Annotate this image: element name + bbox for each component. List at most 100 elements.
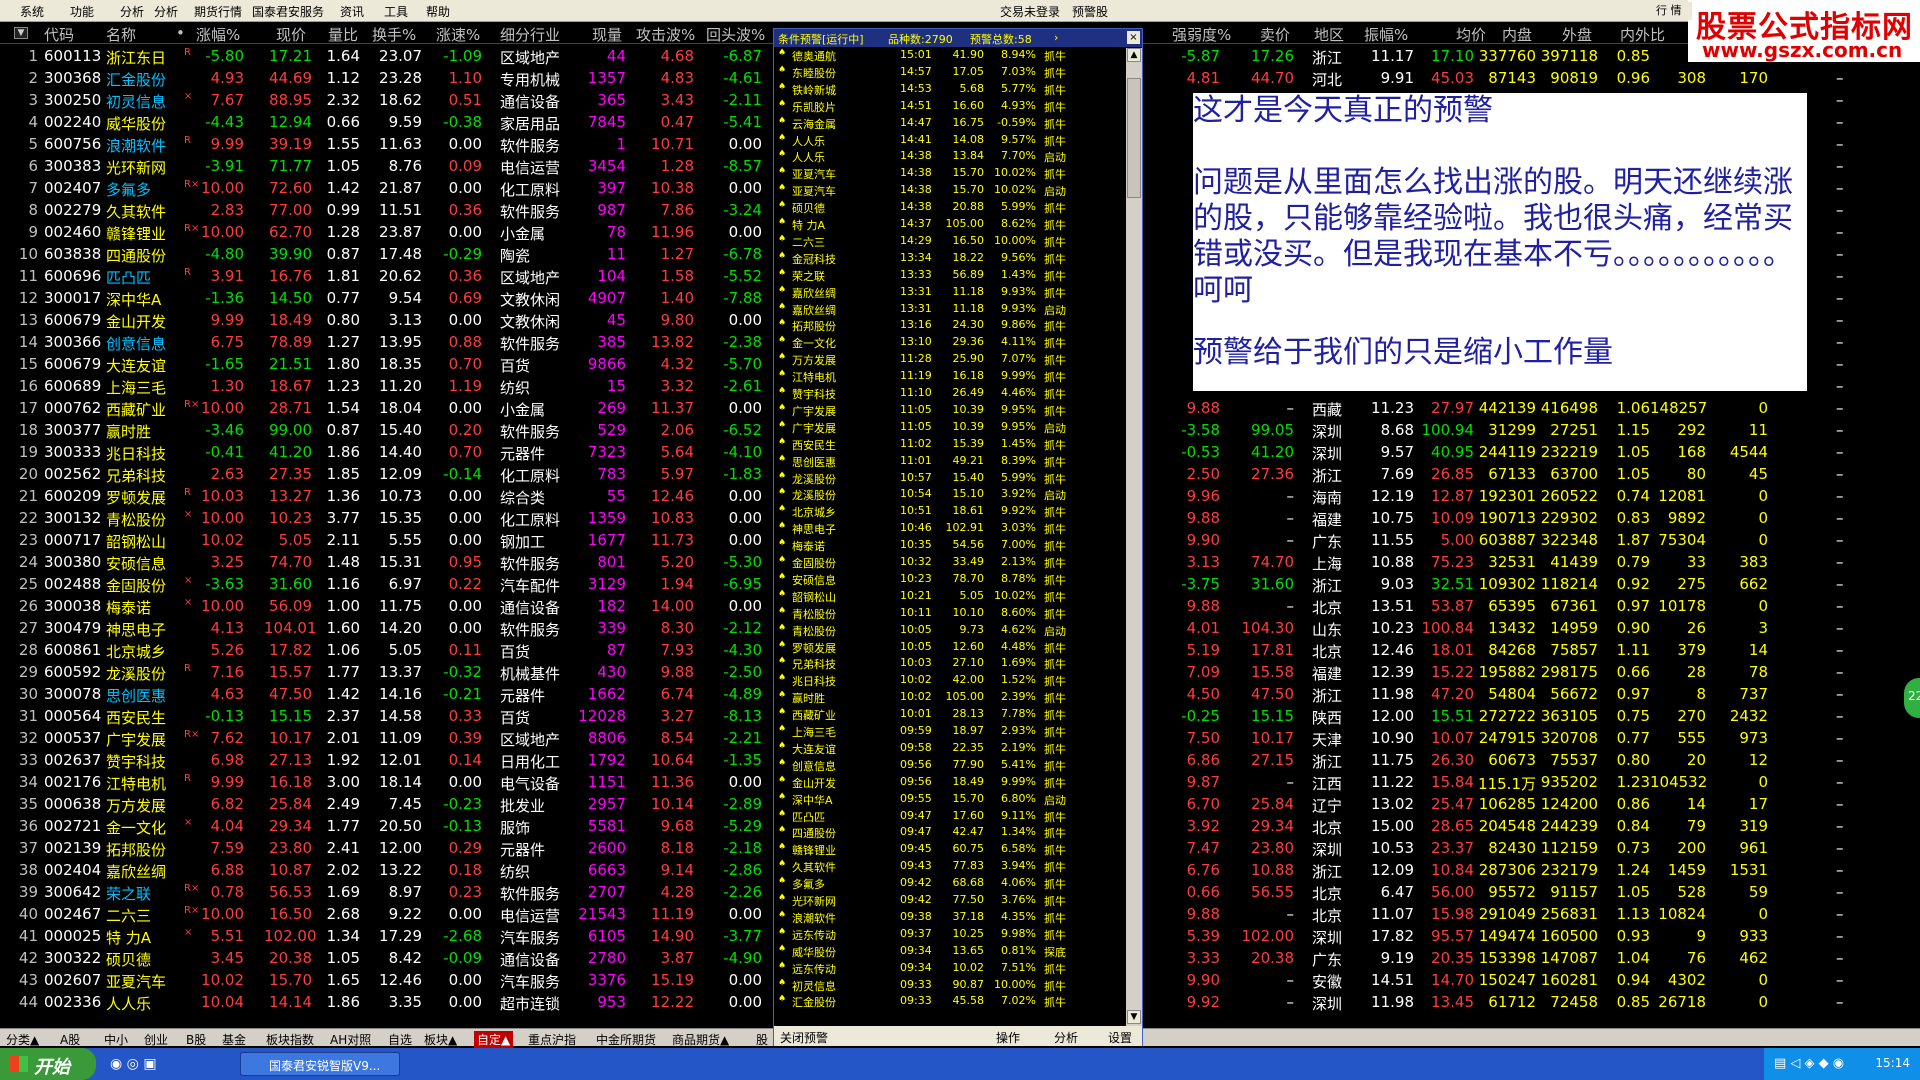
col-avg-price[interactable]: 均价: [1456, 24, 1486, 45]
stock-name[interactable]: 拓邦股份: [106, 839, 178, 860]
alert-item[interactable]: ♠ 安硕信息 10:23 78.70 8.78% 抓牛: [774, 572, 1126, 587]
alert-item[interactable]: ♠ 嘉欣丝绸 13:31 11.18 9.93% 启动: [774, 302, 1126, 317]
stock-code[interactable]: 600861: [44, 641, 101, 659]
alert-item[interactable]: ♠ 思创医惠 11:01 49.21 8.39% 抓牛: [774, 454, 1126, 469]
tray-icons[interactable]: ▤ ◁ ◈ ◆ ◉: [1774, 1056, 1844, 1071]
alert-item[interactable]: ♠ 深中华A 09:55 15.70 6.80% 启动: [774, 792, 1126, 807]
media-icon[interactable]: ◎: [127, 1056, 139, 1072]
menu-news[interactable]: 资讯: [340, 3, 364, 20]
stock-code[interactable]: 300017: [44, 289, 101, 307]
stock-code[interactable]: 600113: [44, 47, 101, 65]
alert-item[interactable]: ♠ 江特电机 11:19 16.18 9.99% 抓牛: [774, 369, 1126, 384]
alert-next-icon[interactable]: ›: [1054, 31, 1058, 44]
stock-name[interactable]: 思创医惠: [106, 685, 178, 706]
col-price[interactable]: 现价: [276, 24, 306, 45]
stock-name[interactable]: 赣锋锂业: [106, 223, 178, 244]
stock-code[interactable]: 002240: [44, 113, 101, 131]
select-all-checkbox[interactable]: ▼: [14, 27, 28, 39]
menu-analysis[interactable]: 分析: [154, 3, 178, 20]
col-industry[interactable]: 细分行业: [500, 24, 560, 45]
market-tab[interactable]: 股: [756, 1031, 768, 1048]
alert-item[interactable]: ♠ 铁岭新城 14:53 5.68 5.77% 抓牛: [774, 82, 1126, 97]
stock-name[interactable]: 威华股份: [106, 113, 178, 134]
alert-item[interactable]: ♠ 青松股份 10:11 10.10 8.60% 抓牛: [774, 606, 1126, 621]
stock-code[interactable]: 300380: [44, 553, 101, 571]
menu-system[interactable]: 系统: [20, 3, 44, 20]
stock-name[interactable]: 罗顿发展: [106, 487, 178, 508]
market-tab[interactable]: A股: [60, 1031, 80, 1048]
stock-name[interactable]: 神思电子: [106, 619, 178, 640]
col-strength[interactable]: 强弱度%: [1172, 24, 1231, 45]
alert-item[interactable]: ♠ 远东传动 09:34 10.02 7.51% 抓牛: [774, 961, 1126, 976]
alert-item[interactable]: ♠ 乐凯胶片 14:51 16.60 4.93% 抓牛: [774, 99, 1126, 114]
alert-item[interactable]: ♠ 特 力A 14:37 105.00 8.62% 抓牛: [774, 217, 1126, 232]
stock-code[interactable]: 002279: [44, 201, 101, 219]
alert-item[interactable]: ♠ 万方发展 11:28 25.90 7.07% 抓牛: [774, 352, 1126, 367]
desktop-icon[interactable]: ▣: [143, 1056, 156, 1072]
stock-code[interactable]: 300642: [44, 883, 101, 901]
col-ask[interactable]: 卖价: [1260, 24, 1290, 45]
stock-name[interactable]: 金山开发: [106, 311, 178, 332]
stock-code[interactable]: 002637: [44, 751, 101, 769]
stock-name[interactable]: 上海三毛: [106, 377, 178, 398]
menu-tools[interactable]: 工具: [384, 3, 408, 20]
market-tab[interactable]: 创业: [144, 1031, 168, 1048]
stock-name[interactable]: 西安民生: [106, 707, 178, 728]
alert-item[interactable]: ♠ 人人乐 14:38 13.84 7.70% 启动: [774, 149, 1126, 164]
alert-item[interactable]: ♠ 亚夏汽车 14:38 15.70 10.02% 启动: [774, 183, 1126, 198]
alert-item[interactable]: ♠ 金山开发 09:56 18.49 9.99% 抓牛: [774, 775, 1126, 790]
alert-item[interactable]: ♠ 创意信息 09:56 77.90 5.41% 抓牛: [774, 758, 1126, 773]
stock-name[interactable]: 荣之联: [106, 883, 178, 904]
stock-name[interactable]: 西藏矿业: [106, 399, 178, 420]
menu-gtja-service[interactable]: 国泰君安服务: [252, 3, 324, 20]
alert-item[interactable]: ♠ 韶钢松山 10:21 5.05 10.02% 抓牛: [774, 589, 1126, 604]
alert-item[interactable]: ♠ 东睦股份 14:57 17.05 7.03% 抓牛: [774, 65, 1126, 80]
stock-name[interactable]: 深中华A: [106, 289, 178, 310]
taskbar-app-item[interactable]: 国泰君安锐智版V9...: [240, 1052, 400, 1076]
col-turnover[interactable]: 换手%: [372, 24, 416, 45]
menu-function[interactable]: 功能: [70, 3, 94, 20]
alert-item[interactable]: ♠ 神思电子 10:46 102.91 3.03% 抓牛: [774, 521, 1126, 536]
stock-name[interactable]: 二六三: [106, 905, 178, 926]
analysis-button[interactable]: 分析: [1054, 1029, 1078, 1046]
col-amplitude[interactable]: 振幅%: [1364, 24, 1408, 45]
stock-code[interactable]: 000537: [44, 729, 101, 747]
alert-item[interactable]: ♠ 兄弟科技 10:03 27.10 1.69% 抓牛: [774, 656, 1126, 671]
alert-item[interactable]: ♠ 汇金股份 09:33 45.58 7.02% 抓牛: [774, 994, 1126, 1009]
market-tab[interactable]: 自选: [388, 1031, 412, 1048]
market-tab[interactable]: B股: [186, 1031, 206, 1048]
alert-scrollbar[interactable]: ▲ ▼: [1126, 48, 1142, 1026]
stock-name[interactable]: 嘉欣丝绸: [106, 861, 178, 882]
alert-item[interactable]: ♠ 梅泰诺 10:35 54.56 7.00% 抓牛: [774, 538, 1126, 553]
stock-code[interactable]: 603838: [44, 245, 101, 263]
stock-code[interactable]: 600689: [44, 377, 101, 395]
stock-code[interactable]: 300322: [44, 949, 101, 967]
market-tab[interactable]: 板块▲: [424, 1031, 457, 1048]
stock-code[interactable]: 600756: [44, 135, 101, 153]
stock-code[interactable]: 000564: [44, 707, 101, 725]
stock-name[interactable]: 安硕信息: [106, 553, 178, 574]
menu-futures[interactable]: 期货行情: [194, 3, 242, 20]
col-ratio[interactable]: 内外比: [1620, 24, 1665, 45]
scroll-thumb[interactable]: [1127, 78, 1141, 198]
market-tab[interactable]: 中金所期货: [596, 1031, 656, 1048]
stock-code[interactable]: 002607: [44, 971, 101, 989]
stock-name[interactable]: 大连友谊: [106, 355, 178, 376]
close-alert-button[interactable]: 关闭预警: [780, 1029, 828, 1046]
stock-name[interactable]: 四通股份: [106, 245, 178, 266]
alert-item[interactable]: ♠ 久其软件 09:43 77.83 3.94% 抓牛: [774, 859, 1126, 874]
stock-code[interactable]: 600679: [44, 311, 101, 329]
operate-button[interactable]: 操作: [996, 1029, 1020, 1046]
col-change-pct[interactable]: 涨幅%: [196, 24, 240, 45]
alert-item[interactable]: ♠ 光环新网 09:42 77.50 3.76% 抓牛: [774, 893, 1126, 908]
alert-item[interactable]: ♠ 赞宇科技 11:10 26.49 4.46% 抓牛: [774, 386, 1126, 401]
stock-code[interactable]: 002488: [44, 575, 101, 593]
stock-name[interactable]: 匹凸匹: [106, 267, 178, 288]
alert-item[interactable]: ♠ 罗顿发展 10:05 12.60 4.48% 抓牛: [774, 640, 1126, 655]
stock-code[interactable]: 300250: [44, 91, 101, 109]
market-tab[interactable]: AH对照: [330, 1031, 371, 1048]
alert-item[interactable]: ♠ 多氟多 09:42 68.68 4.06% 抓牛: [774, 876, 1126, 891]
stock-name[interactable]: 汇金股份: [106, 69, 178, 90]
alert-item[interactable]: ♠ 西安民生 11:02 15.39 1.45% 抓牛: [774, 437, 1126, 452]
col-vol-ratio[interactable]: 量比: [328, 24, 358, 45]
